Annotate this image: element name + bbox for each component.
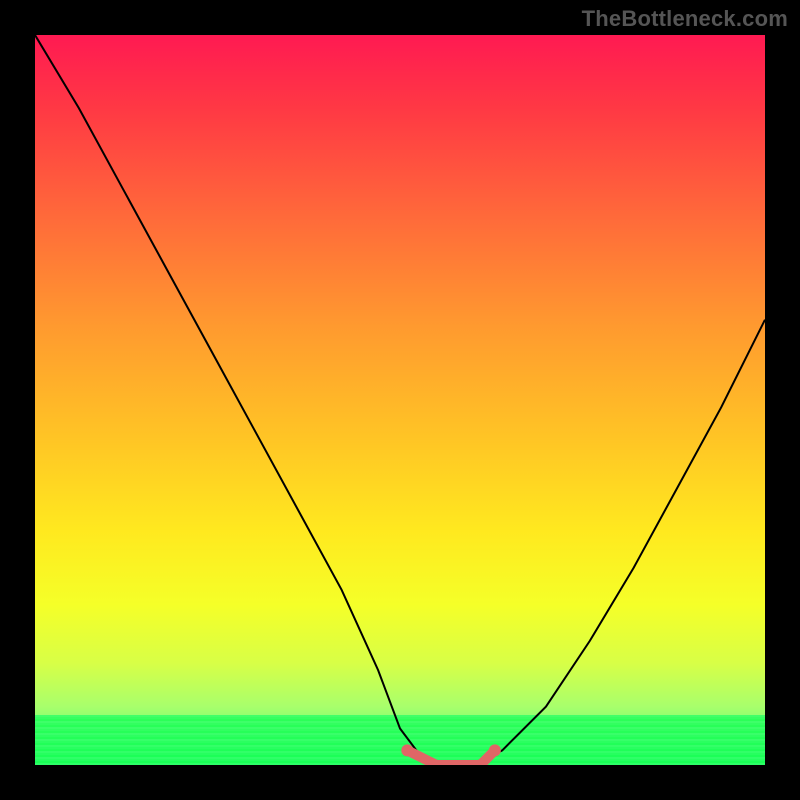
chart-svg: [35, 35, 765, 765]
bottleneck-curve: [35, 35, 765, 765]
watermark-text: TheBottleneck.com: [582, 6, 788, 32]
plot-area: [35, 35, 765, 765]
highlight-dot-right: [489, 744, 501, 756]
chart-frame: TheBottleneck.com: [0, 0, 800, 800]
highlight-dot-left: [401, 744, 413, 756]
optimum-highlight: [407, 750, 495, 765]
